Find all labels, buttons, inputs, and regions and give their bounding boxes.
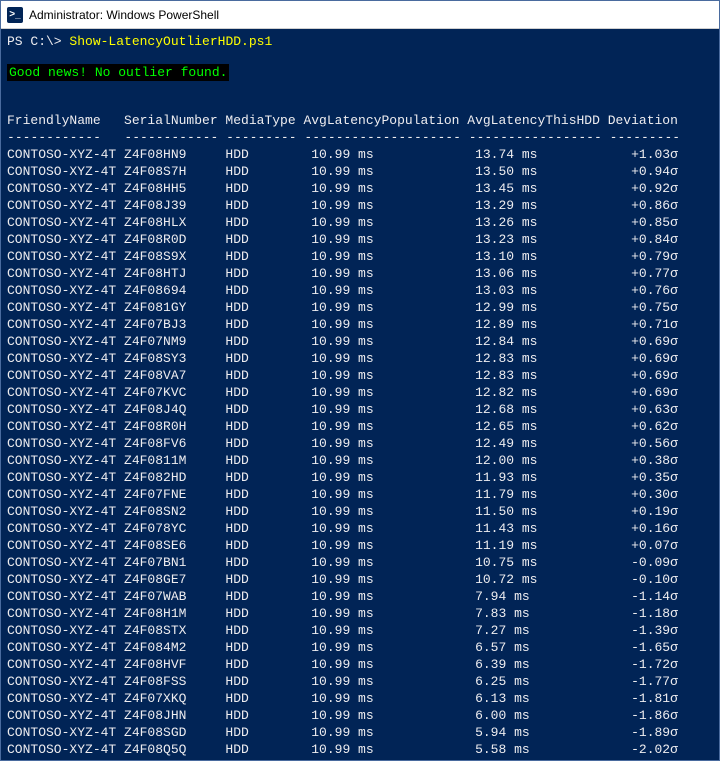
status-message: Good news! No outlier found. <box>7 64 229 81</box>
table-row: CONTOSO-XYZ-4T Z4F08694 HDD 10.99 ms 13.… <box>7 282 713 299</box>
table-row: CONTOSO-XYZ-4T Z4F08JHN HDD 10.99 ms 6.0… <box>7 707 713 724</box>
table-row: CONTOSO-XYZ-4T Z4F08SN2 HDD 10.99 ms 11.… <box>7 503 713 520</box>
table-row: CONTOSO-XYZ-4T Z4F07FNE HDD 10.99 ms 11.… <box>7 486 713 503</box>
terminal-area[interactable]: PS C:\> Show-LatencyOutlierHDD.ps1 Good … <box>1 29 719 760</box>
command-text: Show-LatencyOutlierHDD.ps1 <box>69 34 272 49</box>
table-row: CONTOSO-XYZ-4T Z4F08HTJ HDD 10.99 ms 13.… <box>7 265 713 282</box>
blank-line <box>7 95 713 112</box>
table-row: CONTOSO-XYZ-4T Z4F08R0H HDD 10.99 ms 12.… <box>7 418 713 435</box>
table-row: CONTOSO-XYZ-4T Z4F08S7H HDD 10.99 ms 13.… <box>7 163 713 180</box>
table-row: CONTOSO-XYZ-4T Z4F08Q5Q HDD 10.99 ms 5.5… <box>7 741 713 758</box>
table-row: CONTOSO-XYZ-4T Z4F07XKQ HDD 10.99 ms 6.1… <box>7 690 713 707</box>
table-row: CONTOSO-XYZ-4T Z4F08J4Q HDD 10.99 ms 12.… <box>7 401 713 418</box>
table-row: CONTOSO-XYZ-4T Z4F07NM9 HDD 10.99 ms 12.… <box>7 333 713 350</box>
table-row: CONTOSO-XYZ-4T Z4F08FSS HDD 10.99 ms 6.2… <box>7 673 713 690</box>
table-row: CONTOSO-XYZ-4T Z4F08STX HDD 10.99 ms 7.2… <box>7 622 713 639</box>
table-row: CONTOSO-XYZ-4T Z4F084M2 HDD 10.99 ms 6.5… <box>7 639 713 656</box>
table-header: FriendlyName SerialNumber MediaType AvgL… <box>7 112 713 129</box>
table-row: CONTOSO-XYZ-4T Z4F08J39 HDD 10.99 ms 13.… <box>7 197 713 214</box>
table-row: CONTOSO-XYZ-4T Z4F08H1M HDD 10.99 ms 7.8… <box>7 605 713 622</box>
table-divider: ------------ ------------ --------- ----… <box>7 129 713 146</box>
table-row: CONTOSO-XYZ-4T Z4F08SY3 HDD 10.99 ms 12.… <box>7 350 713 367</box>
table-row: CONTOSO-XYZ-4T Z4F08S9X HDD 10.99 ms 13.… <box>7 248 713 265</box>
table-row: CONTOSO-XYZ-4T Z4F081GY HDD 10.99 ms 12.… <box>7 299 713 316</box>
table-row: CONTOSO-XYZ-4T Z4F07WAB HDD 10.99 ms 7.9… <box>7 588 713 605</box>
table-row: CONTOSO-XYZ-4T Z4F078YC HDD 10.99 ms 11.… <box>7 520 713 537</box>
table-row: CONTOSO-XYZ-4T Z4F08HN9 HDD 10.99 ms 13.… <box>7 146 713 163</box>
prompt-line: PS C:\> Show-LatencyOutlierHDD.ps1 <box>7 33 713 50</box>
table-row: CONTOSO-XYZ-4T Z4F07BJ3 HDD 10.99 ms 12.… <box>7 316 713 333</box>
table-row: CONTOSO-XYZ-4T Z4F08R0D HDD 10.99 ms 13.… <box>7 231 713 248</box>
powershell-window: >_ Administrator: Windows PowerShell PS … <box>0 0 720 761</box>
table-row: CONTOSO-XYZ-4T Z4F07BN1 HDD 10.99 ms 10.… <box>7 554 713 571</box>
table-row: CONTOSO-XYZ-4T Z4F08SGD HDD 10.99 ms 5.9… <box>7 724 713 741</box>
table-row: CONTOSO-XYZ-4T Z4F08FV6 HDD 10.99 ms 12.… <box>7 435 713 452</box>
table-row: CONTOSO-XYZ-4T Z4F08HVF HDD 10.99 ms 6.3… <box>7 656 713 673</box>
table-row: CONTOSO-XYZ-4T Z4F0811M HDD 10.99 ms 12.… <box>7 452 713 469</box>
table-row: CONTOSO-XYZ-4T Z4F08HLX HDD 10.99 ms 13.… <box>7 214 713 231</box>
table-row: CONTOSO-XYZ-4T Z4F08VA7 HDD 10.99 ms 12.… <box>7 367 713 384</box>
table-row: CONTOSO-XYZ-4T Z4F082HD HDD 10.99 ms 11.… <box>7 469 713 486</box>
table-row: CONTOSO-XYZ-4T Z4F08SE6 HDD 10.99 ms 11.… <box>7 537 713 554</box>
powershell-icon: >_ <box>7 7 23 23</box>
window-title: Administrator: Windows PowerShell <box>29 8 219 22</box>
table-row: CONTOSO-XYZ-4T Z4F08HH5 HDD 10.99 ms 13.… <box>7 180 713 197</box>
table-row: CONTOSO-XYZ-4T Z4F07KVC HDD 10.99 ms 12.… <box>7 384 713 401</box>
window-titlebar[interactable]: >_ Administrator: Windows PowerShell <box>1 1 719 29</box>
prompt-prefix: PS C:\> <box>7 34 69 49</box>
table-row: CONTOSO-XYZ-4T Z4F08GE7 HDD 10.99 ms 10.… <box>7 571 713 588</box>
